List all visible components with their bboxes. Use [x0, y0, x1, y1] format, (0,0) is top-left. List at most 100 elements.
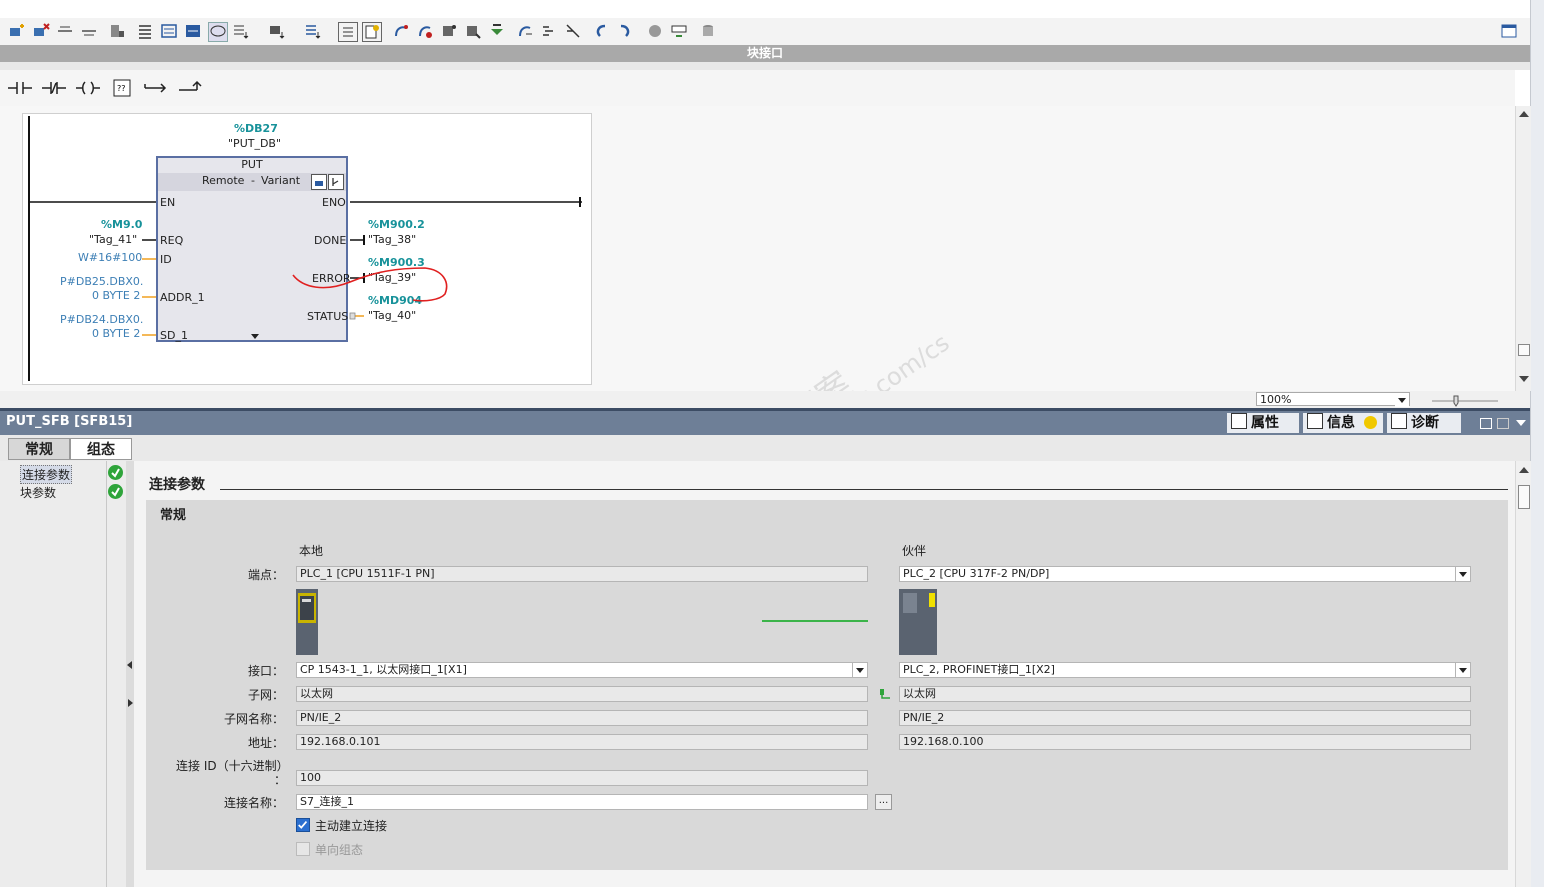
close-branch-icon[interactable]	[160, 22, 178, 40]
settings-icon[interactable]	[516, 22, 534, 40]
tab-info[interactable]: 信息	[1303, 413, 1383, 433]
go-online-icon[interactable]	[416, 22, 434, 40]
empty-box-icon[interactable]: ??	[107, 76, 137, 100]
zoom-slider[interactable]	[1430, 393, 1500, 407]
tab-diagnostics[interactable]: 诊断	[1387, 413, 1461, 433]
inspector-vertical-scrollbar[interactable]	[1515, 461, 1531, 887]
info-badge-icon	[1363, 416, 1377, 429]
oneway-checkbox[interactable]	[296, 842, 310, 856]
toggle-interface-icon[interactable]	[1500, 22, 1518, 40]
scroll-down-icon[interactable]	[1519, 376, 1529, 382]
subtab-configuration[interactable]: 组态	[70, 438, 132, 460]
partner-endpoint-select[interactable]: PLC_2 [CPU 317F-2 PN/DP]	[899, 566, 1471, 582]
open-branch-icon[interactable]	[141, 76, 171, 100]
download-icon[interactable]	[488, 22, 506, 40]
pin-done: DONE	[314, 234, 347, 247]
previous-error-icon[interactable]	[592, 22, 610, 40]
block-subtitle-remote: Remote	[202, 174, 245, 187]
float-window-icon[interactable]	[1480, 418, 1492, 429]
display-favorites-icon[interactable]	[184, 22, 202, 40]
status-tag[interactable]: "Tag_40"	[368, 309, 416, 322]
block-interface-bar[interactable]: 块接口	[0, 45, 1530, 62]
done-tag[interactable]: "Tag_38"	[368, 233, 416, 246]
absolute-operands-icon[interactable]	[232, 22, 250, 40]
inspector-title: PUT_SFB [SFB15]	[6, 414, 133, 429]
expand-nav-icon[interactable]	[128, 699, 133, 707]
nav-splitter[interactable]	[126, 461, 134, 887]
pin-req: REQ	[160, 234, 184, 247]
sd1-value-line2[interactable]: 0 BYTE 2	[92, 327, 140, 340]
oneway-label: 单向组态	[315, 843, 364, 857]
partner-interface-value: PLC_2, PROFINET接口_1[X2]	[903, 663, 1055, 676]
block-diagnostics-icon[interactable]	[328, 174, 344, 190]
conn-id-label: 连接 ID（十六进制）	[176, 759, 289, 773]
collapse-nav-icon[interactable]	[127, 661, 132, 669]
collapse-icon[interactable]	[338, 22, 358, 42]
expand-icon[interactable]	[304, 22, 322, 40]
output-coil-icon[interactable]	[73, 76, 103, 100]
scroll-thumb[interactable]	[1518, 344, 1530, 356]
addr1-value-line2[interactable]: 0 BYTE 2	[92, 289, 140, 302]
maximize-icon[interactable]	[1497, 418, 1509, 429]
scroll-up-icon[interactable]	[1519, 111, 1529, 117]
edit-icon[interactable]	[392, 22, 410, 40]
task-cards-strip[interactable]	[1530, 0, 1544, 887]
nav-block-params[interactable]: 块参数	[20, 484, 56, 501]
close-branch-icon[interactable]	[175, 76, 205, 100]
insert-row-icon[interactable]	[56, 22, 74, 40]
editor-vertical-scrollbar[interactable]	[1515, 106, 1531, 391]
go-offline-icon[interactable]	[440, 22, 458, 40]
nav-connection-params[interactable]: 连接参数	[20, 465, 73, 484]
database-icon[interactable]	[700, 22, 718, 40]
partner-interface-select[interactable]: PLC_2, PROFINET接口_1[X2]	[899, 662, 1471, 678]
add-row-icon[interactable]	[80, 22, 98, 40]
network-link-icon	[880, 688, 890, 699]
local-interface-dropdown-icon[interactable]	[852, 663, 867, 677]
local-interface-value: CP 1543-1_1, 以太网接口_1[X1]	[300, 663, 467, 676]
delete-instruction-icon[interactable]	[108, 22, 126, 40]
comments-icon[interactable]	[208, 22, 228, 42]
connection-icon[interactable]	[670, 22, 688, 40]
insert-network-icon[interactable]	[8, 22, 26, 40]
active-connection-label: 主动建立连接	[315, 819, 388, 833]
instance-db-name[interactable]: "PUT_DB"	[228, 137, 281, 150]
addr1-value-line1[interactable]: P#DB25.DBX0.	[60, 275, 143, 288]
zoom-dropdown-icon[interactable]	[1395, 392, 1410, 407]
inspector-scroll-up-icon[interactable]	[1519, 467, 1529, 473]
compare-icon[interactable]	[464, 22, 482, 40]
local-interface-select[interactable]: CP 1543-1_1, 以太网接口_1[X1]	[296, 662, 868, 678]
expand-pins-icon[interactable]	[251, 334, 259, 339]
pin-en: EN	[160, 196, 176, 209]
req-address[interactable]: %M9.0	[101, 218, 142, 231]
delete-network-icon[interactable]	[32, 22, 50, 40]
done-address[interactable]: %M900.2	[368, 218, 425, 231]
req-tag[interactable]: "Tag_41"	[89, 233, 137, 246]
conn-name-input[interactable]: S7_连接_1	[296, 794, 868, 810]
zoom-select[interactable]: 100%	[1256, 392, 1410, 406]
normally-closed-contact-icon[interactable]	[39, 76, 69, 100]
block-config-icon[interactable]	[311, 174, 327, 190]
interconnect-icon[interactable]	[646, 22, 664, 40]
collapse-inspector-icon[interactable]	[1516, 420, 1526, 426]
browse-button[interactable]: ...	[875, 794, 892, 810]
partner-interface-dropdown-icon[interactable]	[1455, 663, 1470, 677]
open-branch-icon[interactable]	[136, 22, 154, 40]
interface-splitter[interactable]	[0, 62, 1530, 70]
sd1-value-line1[interactable]: P#DB24.DBX0.	[60, 313, 143, 326]
partner-endpoint-dropdown-icon[interactable]	[1455, 567, 1470, 581]
local-address-field: 192.168.0.101	[296, 734, 868, 750]
normally-open-contact-icon[interactable]	[5, 76, 35, 100]
format-icon[interactable]	[540, 22, 558, 40]
next-error-icon[interactable]	[616, 22, 634, 40]
monitor-icon[interactable]	[362, 22, 382, 42]
align-icon[interactable]	[564, 22, 582, 40]
instance-db-address[interactable]: %DB27	[234, 122, 278, 135]
symbolic-operands-icon[interactable]	[268, 22, 286, 40]
active-connection-checkbox[interactable]	[296, 818, 310, 832]
tab-properties[interactable]: 属性	[1227, 413, 1299, 433]
inspector-scroll-thumb[interactable]	[1518, 485, 1530, 509]
local-header: 本地	[299, 544, 324, 558]
id-value[interactable]: W#16#100	[78, 251, 142, 264]
conn-id-field[interactable]: 100	[296, 770, 868, 786]
subtab-general[interactable]: 常规	[8, 438, 70, 460]
